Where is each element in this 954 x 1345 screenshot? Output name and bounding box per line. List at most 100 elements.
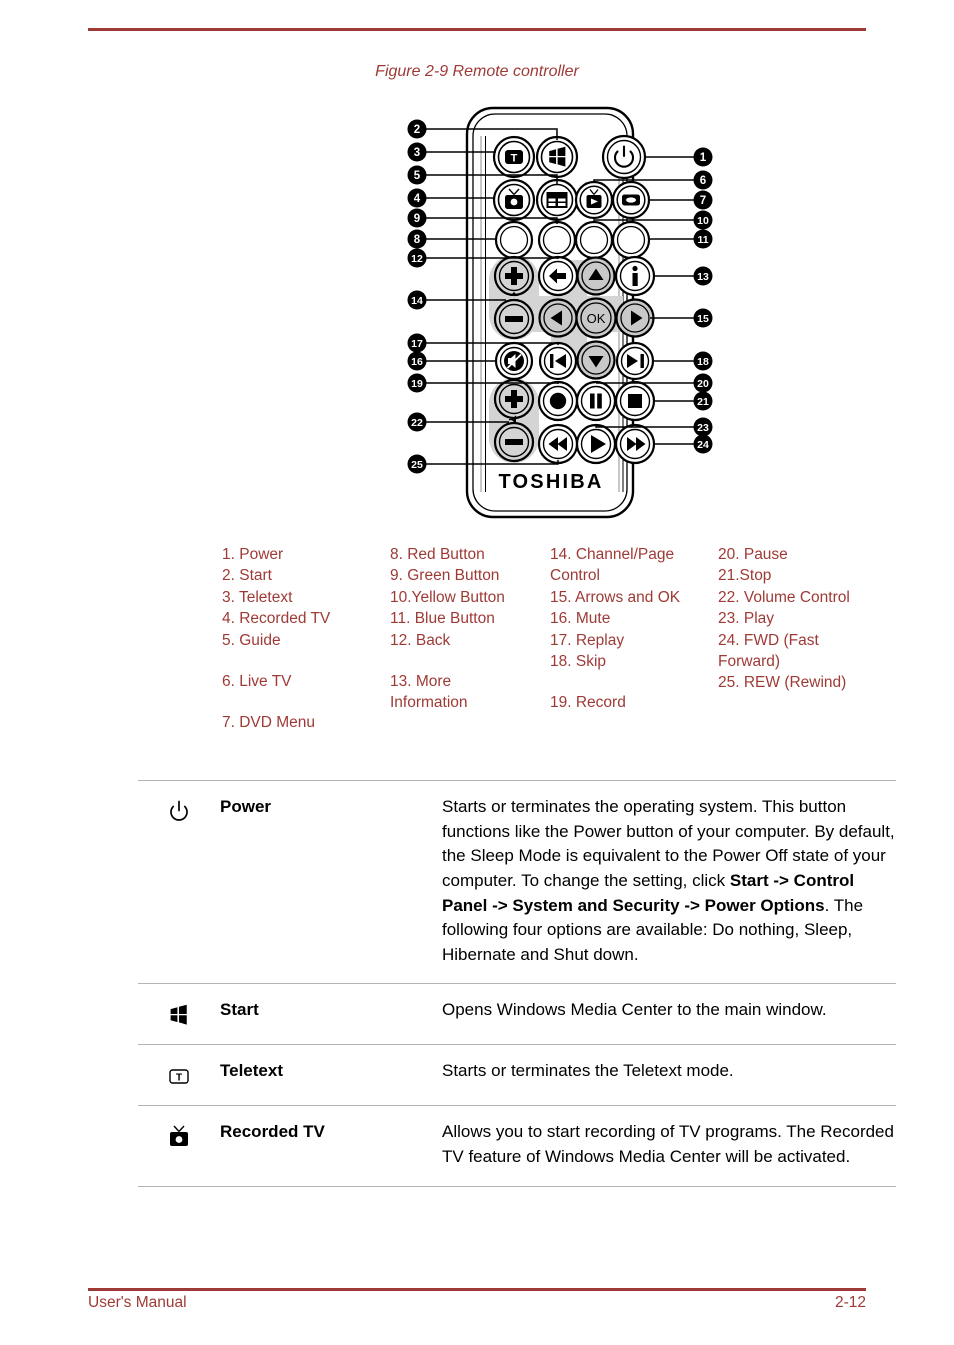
callout-1: 1 xyxy=(693,147,713,167)
svg-text:1: 1 xyxy=(700,152,707,164)
legend-item: 19. Record xyxy=(550,694,626,712)
callout-6: 6 xyxy=(693,170,713,190)
button-pause xyxy=(575,380,617,422)
svg-text:12: 12 xyxy=(411,253,423,265)
callout-21: 21 xyxy=(693,391,713,411)
description-row-icon-cell: T xyxy=(138,1059,220,1089)
legend-item: 14. Channel/Page Control xyxy=(550,546,675,585)
svg-text:17: 17 xyxy=(411,338,423,350)
button-arrow-up xyxy=(576,256,616,296)
legend-item: 5. Guide xyxy=(222,631,281,649)
legend-item: 20. Pause xyxy=(718,546,788,563)
svg-text:4: 4 xyxy=(414,193,421,205)
legend-item: 8. Red Button xyxy=(390,546,485,563)
description-row-icon-cell xyxy=(138,795,220,825)
svg-text:14: 14 xyxy=(411,295,423,307)
legend-item: 18. Skip xyxy=(550,652,607,670)
button-stop xyxy=(614,380,656,422)
legend-item: 7. DVD Menu xyxy=(222,714,316,732)
description-row-name: Teletext xyxy=(220,1061,283,1081)
figure-caption: Figure 2-9 Remote controller xyxy=(375,63,579,80)
callout-16: 16 xyxy=(407,351,427,371)
button-volume-up xyxy=(493,378,535,420)
callout-15: 15 xyxy=(693,308,713,328)
description-row-icon-cell xyxy=(138,998,220,1028)
svg-text:15: 15 xyxy=(697,313,709,325)
callout-23: 23 xyxy=(693,417,713,437)
description-row-text: Starts or terminates the operating syste… xyxy=(442,795,896,967)
legend-column-4: 20. Pause 21.Stop 22. Volume Control 23. Pl… xyxy=(718,544,908,734)
callout-20: 20 xyxy=(693,373,713,393)
button-dvd-menu xyxy=(611,180,651,220)
button-yellow xyxy=(574,220,614,260)
description-row-text: Opens Windows Media Center to the main w… xyxy=(442,998,896,1023)
legend-item: 9. Green Button xyxy=(390,567,500,585)
callout-22: 22 xyxy=(407,412,427,432)
button-ok: OK xyxy=(575,297,617,339)
legend-spacer xyxy=(222,692,390,712)
callout-3: 3 xyxy=(407,142,427,162)
ok-label: OK xyxy=(587,311,606,326)
legend-column-2: 8. Red Button 9. Green Button 10.Yellow Bu… xyxy=(390,544,550,734)
header-rule xyxy=(88,28,866,31)
description-row-icon-cell xyxy=(138,1120,220,1150)
svg-text:7: 7 xyxy=(700,195,706,207)
svg-text:22: 22 xyxy=(411,417,423,429)
button-recorded-tv xyxy=(492,178,536,222)
button-more-information xyxy=(614,255,656,297)
button-arrow-down xyxy=(576,340,616,380)
callout-5: 5 xyxy=(407,165,427,185)
svg-text:T: T xyxy=(511,153,518,165)
footer-page-number: 2-12 xyxy=(834,1294,866,1311)
callout-13: 13 xyxy=(693,266,713,286)
callout-17: 17 xyxy=(407,333,427,353)
svg-text:19: 19 xyxy=(411,378,423,390)
svg-text:20: 20 xyxy=(697,378,709,390)
svg-text:21: 21 xyxy=(697,396,709,408)
button-power xyxy=(601,134,647,180)
svg-text:18: 18 xyxy=(697,356,709,368)
legend-item: 13. More Information xyxy=(390,672,468,712)
button-blue xyxy=(611,220,651,260)
callout-24: 24 xyxy=(693,434,713,454)
description-row-name: Start xyxy=(220,1000,259,1020)
button-guide xyxy=(535,178,579,222)
svg-text:T: T xyxy=(176,1073,182,1084)
legend-column-1: 1. Power 2. Start 3. Teletext 4. Recorded T… xyxy=(222,544,390,734)
callout-25: 25 xyxy=(407,454,427,474)
recorded-tv-icon xyxy=(170,1126,188,1147)
footer-rule xyxy=(88,1288,866,1291)
callout-9: 9 xyxy=(407,208,427,228)
description-row: Start Opens Windows Media Center to the m… xyxy=(138,983,896,1044)
button-play xyxy=(575,423,617,465)
description-fragment: Starts or terminates the Teletext mode. xyxy=(442,1061,734,1081)
button-start xyxy=(535,135,579,179)
legend-column-3: 14. Channel/Page Control 15. Arrows and O… xyxy=(550,544,718,734)
remote-button-legend: 1. Power 2. Start 3. Teletext 4. Recorded T… xyxy=(222,544,912,734)
legend-item: 11. Blue Button xyxy=(390,610,495,628)
legend-item: 21.Stop xyxy=(718,567,772,585)
legend-item: 24. FWD (Fast Forward) xyxy=(718,631,819,670)
legend-item: 3. Teletext xyxy=(222,588,293,606)
remote-controller-figure: T OK TOSHIBA 2 3 5 4 9 8 12 14 17 16 19 … xyxy=(395,100,725,525)
button-volume-down xyxy=(493,421,535,463)
callout-14: 14 xyxy=(407,290,427,310)
svg-text:13: 13 xyxy=(697,271,709,283)
description-row-text: Allows you to start recording of TV prog… xyxy=(442,1120,896,1169)
svg-text:24: 24 xyxy=(697,439,709,451)
svg-text:3: 3 xyxy=(414,147,420,159)
button-teletext: T xyxy=(492,135,536,179)
button-live-tv xyxy=(574,180,614,220)
svg-text:8: 8 xyxy=(414,234,421,246)
description-row-text: Starts or terminates the Teletext mode. xyxy=(442,1059,896,1084)
description-fragment: Opens Windows Media Center to the main w… xyxy=(442,1000,827,1020)
legend-item: 25. REW (Rewind) xyxy=(718,674,847,692)
button-rewind xyxy=(537,423,579,465)
brand-logo: TOSHIBA xyxy=(498,471,603,493)
button-mute xyxy=(494,341,534,381)
button-channel-down xyxy=(493,298,535,340)
button-channel-up xyxy=(493,255,535,297)
legend-item: 17. Replay xyxy=(550,631,625,649)
svg-text:10: 10 xyxy=(697,215,709,227)
button-arrow-left xyxy=(538,298,578,338)
